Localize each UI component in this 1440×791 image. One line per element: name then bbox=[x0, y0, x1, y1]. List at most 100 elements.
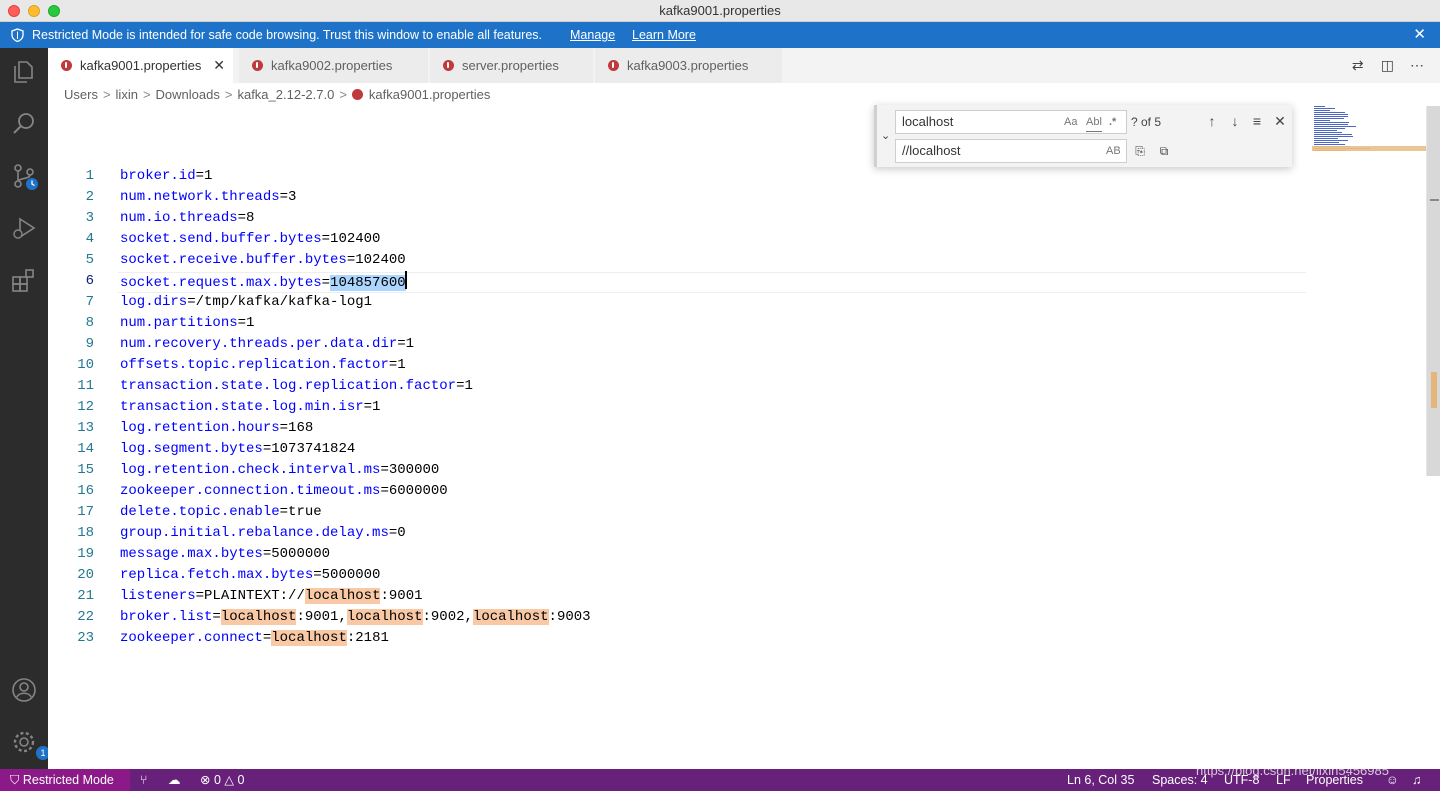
scrollbar-match-marker bbox=[1431, 372, 1437, 408]
replace-input[interactable]: //localhost AB bbox=[895, 139, 1127, 163]
problems-status[interactable]: ⊗ 0 △ 0 bbox=[200, 769, 244, 791]
warning-icon: △ bbox=[224, 773, 235, 787]
chevron-right-icon: > bbox=[224, 87, 233, 102]
search-match-highlight: localhost bbox=[472, 609, 549, 625]
line-number: 12 bbox=[77, 399, 94, 415]
property-value: :9003 bbox=[548, 609, 591, 625]
equals-sign: = bbox=[363, 399, 373, 415]
breadcrumb-item[interactable]: lixin bbox=[116, 87, 138, 102]
compare-changes-icon[interactable]: ⇄ bbox=[1349, 56, 1367, 74]
property-key: broker.id bbox=[120, 168, 196, 184]
tab-close-icon[interactable]: ✕ bbox=[213, 48, 225, 83]
language-mode[interactable]: Properties bbox=[1306, 769, 1363, 791]
properties-file-icon bbox=[608, 60, 619, 71]
preserve-case-toggle[interactable]: AB bbox=[1106, 140, 1121, 162]
warning-count: 0 bbox=[237, 773, 245, 787]
property-key: socket.request.max.bytes bbox=[120, 275, 322, 291]
search-match-highlight: localhost bbox=[271, 630, 347, 646]
breadcrumb-item[interactable]: kafka_2.12-2.7.0 bbox=[237, 87, 334, 102]
encoding-status[interactable]: UTF-8 bbox=[1224, 769, 1259, 791]
code-text: num.io.threads=8 bbox=[120, 208, 254, 229]
property-key: listeners bbox=[120, 588, 196, 604]
explorer-icon[interactable] bbox=[10, 58, 38, 86]
tab-server[interactable]: server.properties bbox=[430, 48, 594, 83]
eol-status[interactable]: LF bbox=[1276, 769, 1291, 791]
breadcrumb-item[interactable]: Downloads bbox=[156, 87, 220, 102]
search-match-highlight: localhost bbox=[346, 609, 423, 625]
property-value: :2181 bbox=[346, 630, 389, 646]
feedback-icon[interactable]: ☺ bbox=[1386, 769, 1399, 791]
code-editor[interactable]: 1 broker.id=1 2 num.network.threads=3 3 num.i… bbox=[48, 106, 1426, 769]
source-control-branch-icon[interactable]: ⑂ bbox=[140, 769, 148, 791]
properties-file-icon bbox=[351, 89, 363, 100]
restricted-mode-label: Restricted Mode bbox=[22, 773, 114, 787]
line-number: 21 bbox=[77, 588, 94, 604]
next-match-arrow-down-icon[interactable]: ↓ bbox=[1226, 112, 1244, 130]
code-text: log.dirs=/tmp/kafka/kafka-log1 bbox=[120, 292, 372, 313]
run-debug-icon[interactable] bbox=[10, 214, 38, 242]
line-number: 2 bbox=[85, 189, 94, 205]
breadcrumb-file[interactable]: kafka9001.properties bbox=[369, 87, 490, 102]
equals-sign: = bbox=[195, 588, 205, 604]
previous-match-arrow-up-icon[interactable]: ↑ bbox=[1203, 112, 1221, 130]
line-number: 11 bbox=[77, 378, 94, 394]
property-key: message.max.bytes bbox=[120, 546, 263, 562]
restricted-mode-status[interactable]: ⛉ Restricted Mode bbox=[0, 769, 130, 791]
property-value: 1 bbox=[397, 357, 406, 373]
regex-toggle[interactable]: .* bbox=[1109, 111, 1116, 133]
minimap-line bbox=[1314, 118, 1344, 119]
sync-cloud-icon[interactable]: ☁ bbox=[168, 769, 181, 791]
find-input[interactable]: localhost Aa Abl .* bbox=[895, 110, 1127, 134]
split-editor-icon[interactable]: ◫ bbox=[1378, 56, 1396, 74]
line-number: 16 bbox=[77, 483, 94, 499]
breadcrumb-item[interactable]: Users bbox=[64, 87, 98, 102]
indentation-status[interactable]: Spaces: 4 bbox=[1152, 769, 1208, 791]
minimap[interactable] bbox=[1312, 106, 1426, 166]
banner-manage-link[interactable]: Manage bbox=[570, 22, 615, 48]
accounts-icon[interactable] bbox=[10, 676, 38, 704]
tab-kafka9003[interactable]: kafka9003.properties bbox=[595, 48, 783, 83]
chevron-right-icon: > bbox=[339, 87, 347, 102]
replace-all-icon[interactable]: ⧉ bbox=[1155, 142, 1173, 160]
banner-close-icon[interactable]: ✕ bbox=[1413, 22, 1426, 48]
equals-sign: = bbox=[388, 357, 398, 373]
line-number: 23 bbox=[77, 630, 94, 646]
toggle-replace-chevron-icon[interactable]: ⌄ bbox=[881, 129, 890, 142]
property-value: 5000000 bbox=[271, 546, 331, 562]
tab-kafka9002[interactable]: kafka9002.properties bbox=[239, 48, 429, 83]
search-icon[interactable] bbox=[10, 110, 38, 138]
property-value: 0 bbox=[397, 525, 406, 541]
property-key: num.network.threads bbox=[120, 189, 280, 205]
code-text: transaction.state.log.min.isr=1 bbox=[120, 397, 380, 418]
more-actions-icon[interactable]: ⋯ bbox=[1408, 56, 1426, 74]
selected-value: 104857600 bbox=[330, 275, 406, 291]
line-number: 19 bbox=[77, 546, 94, 562]
notifications-bell-icon[interactable]: ♫ bbox=[1412, 769, 1421, 791]
property-key: num.partitions bbox=[120, 315, 238, 331]
cursor-position[interactable]: Ln 6, Col 35 bbox=[1067, 769, 1134, 791]
banner-learn-more-link[interactable]: Learn More bbox=[632, 22, 696, 48]
extensions-icon[interactable] bbox=[10, 266, 38, 294]
find-in-selection-icon[interactable]: ≡ bbox=[1248, 112, 1266, 130]
whole-word-toggle[interactable]: Abl bbox=[1086, 113, 1102, 132]
minimap-line bbox=[1314, 144, 1345, 145]
replace-one-icon[interactable]: ⎘ bbox=[1131, 142, 1149, 160]
window-maximize-button[interactable] bbox=[48, 5, 60, 17]
vertical-scrollbar[interactable] bbox=[1426, 106, 1440, 476]
tab-kafka9001[interactable]: kafka9001.properties ✕ bbox=[48, 48, 234, 83]
equals-sign: = bbox=[262, 630, 272, 646]
window-minimize-button[interactable] bbox=[28, 5, 40, 17]
close-find-icon[interactable]: ✕ bbox=[1271, 112, 1289, 130]
property-key: replica.fetch.max.bytes bbox=[120, 567, 314, 583]
find-replace-widget: ⌄ localhost Aa Abl .* ? of 5 ↑ ↓ ≡ ✕ //l… bbox=[874, 105, 1292, 167]
property-key: transaction.state.log.min.isr bbox=[120, 399, 364, 415]
settings-gear-icon[interactable]: 1 bbox=[10, 728, 50, 760]
window-close-button[interactable] bbox=[8, 5, 20, 17]
source-control-icon[interactable] bbox=[10, 162, 38, 190]
property-value: 1 bbox=[405, 336, 415, 352]
editor-tabs: kafka9001.properties ✕ kafka9002.propert… bbox=[48, 48, 1440, 83]
line-number: 10 bbox=[77, 357, 94, 373]
equals-sign: = bbox=[397, 336, 406, 352]
property-key: broker.list bbox=[120, 609, 213, 625]
match-case-toggle[interactable]: Aa bbox=[1064, 111, 1077, 133]
